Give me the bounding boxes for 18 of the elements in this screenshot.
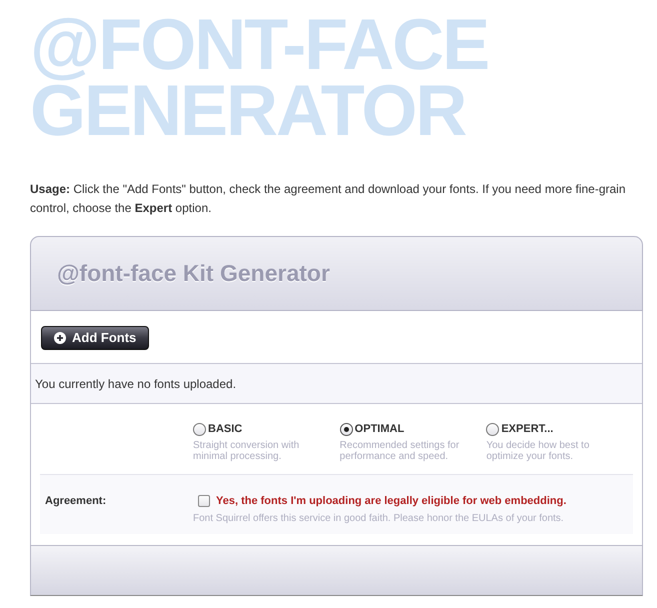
plus-circle-icon bbox=[54, 332, 66, 344]
mode-label[interactable]: OPTIMAL bbox=[354, 421, 404, 438]
usage-text: Usage: Click the "Add Fonts" button, check the agreement and download your fonts. If you need more fine-grain control, choose the Expert option. bbox=[30, 181, 627, 217]
radio-button[interactable] bbox=[486, 422, 500, 436]
radio-button[interactable] bbox=[193, 422, 206, 436]
mode-label[interactable]: EXPERT... bbox=[501, 421, 554, 438]
panel-title: @font-face Kit Generator bbox=[57, 259, 330, 288]
agreement-checkbox-label[interactable]: Yes, the fonts I'm uploading are legally eligible for web embedding. bbox=[216, 492, 566, 509]
checkbox[interactable] bbox=[198, 494, 210, 507]
agreement-label: Agreement: bbox=[45, 494, 108, 508]
mode-description: Straight conversion with minimal processing. bbox=[193, 440, 300, 462]
add-fonts-button[interactable]: Add Fonts bbox=[41, 326, 149, 350]
mode-description: You decide how best to optimize your fonts. bbox=[486, 440, 590, 462]
mode-description: Recommended settings for performance and speed. bbox=[340, 440, 460, 462]
agreement-note: Font Squirrel offers this service in good faith. Please honor the EULAs of your fonts. bbox=[193, 512, 565, 526]
radio-button[interactable] bbox=[340, 422, 353, 436]
mode-label[interactable]: BASIC bbox=[208, 421, 242, 438]
status-text: You currently have no fonts uploaded. bbox=[35, 376, 236, 392]
